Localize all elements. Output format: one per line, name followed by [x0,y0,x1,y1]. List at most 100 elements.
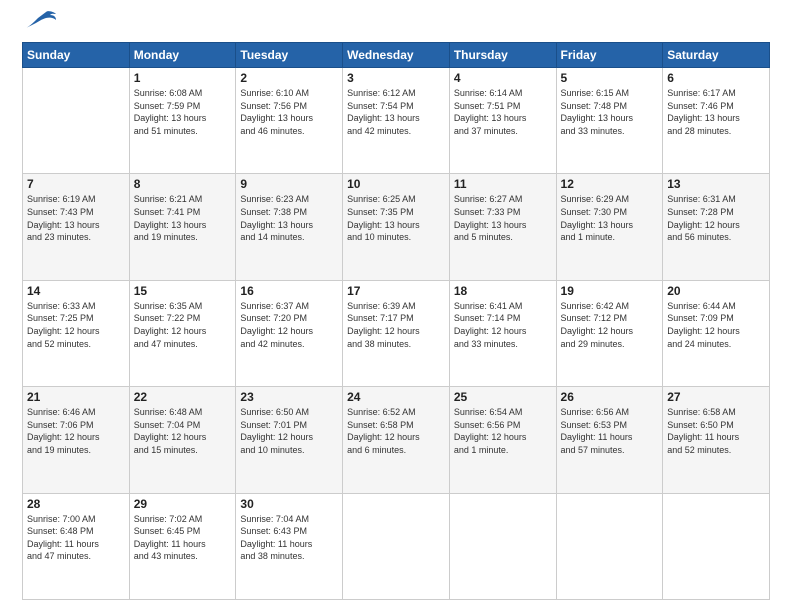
day-info: Sunrise: 6:31 AM Sunset: 7:28 PM Dayligh… [667,193,765,243]
day-header-sunday: Sunday [23,43,130,68]
day-number: 9 [240,177,338,191]
day-info: Sunrise: 7:04 AM Sunset: 6:43 PM Dayligh… [240,513,338,563]
day-number: 21 [27,390,125,404]
day-header-tuesday: Tuesday [236,43,343,68]
day-info: Sunrise: 6:15 AM Sunset: 7:48 PM Dayligh… [561,87,659,137]
calendar-cell: 2 Sunrise: 6:10 AM Sunset: 7:56 PM Daylig… [236,68,343,174]
week-row-4: 21 Sunrise: 6:46 AM Sunset: 7:06 PM Dayli… [23,387,770,493]
day-info: Sunrise: 7:00 AM Sunset: 6:48 PM Dayligh… [27,513,125,563]
calendar-cell: 5 Sunrise: 6:15 AM Sunset: 7:48 PM Daylig… [556,68,663,174]
day-info: Sunrise: 6:48 AM Sunset: 7:04 PM Dayligh… [134,406,232,456]
day-number: 13 [667,177,765,191]
day-number: 15 [134,284,232,298]
day-header-thursday: Thursday [449,43,556,68]
day-number: 12 [561,177,659,191]
day-info: Sunrise: 6:39 AM Sunset: 7:17 PM Dayligh… [347,300,445,350]
day-number: 10 [347,177,445,191]
day-number: 25 [454,390,552,404]
calendar-cell: 21 Sunrise: 6:46 AM Sunset: 7:06 PM Dayli… [23,387,130,493]
day-info: Sunrise: 6:52 AM Sunset: 6:58 PM Dayligh… [347,406,445,456]
day-number: 16 [240,284,338,298]
calendar-table: SundayMondayTuesdayWednesdayThursdayFrid… [22,42,770,600]
day-number: 28 [27,497,125,511]
day-number: 5 [561,71,659,85]
day-info: Sunrise: 6:50 AM Sunset: 7:01 PM Dayligh… [240,406,338,456]
logo-bird-icon [26,10,58,32]
calendar-cell: 16 Sunrise: 6:37 AM Sunset: 7:20 PM Dayli… [236,280,343,386]
calendar-cell: 18Sunrise: 6:41 AM Sunset: 7:14 PM Dayli… [449,280,556,386]
day-info: Sunrise: 6:19 AM Sunset: 7:43 PM Dayligh… [27,193,125,243]
calendar-cell: 24Sunrise: 6:52 AM Sunset: 6:58 PM Dayli… [343,387,450,493]
calendar-body: 1 Sunrise: 6:08 AM Sunset: 7:59 PM Daylig… [23,68,770,600]
calendar-cell: 1 Sunrise: 6:08 AM Sunset: 7:59 PM Daylig… [129,68,236,174]
calendar-cell: 29 Sunrise: 7:02 AM Sunset: 6:45 PM Dayli… [129,493,236,599]
day-number: 30 [240,497,338,511]
day-info: Sunrise: 6:35 AM Sunset: 7:22 PM Dayligh… [134,300,232,350]
day-info: Sunrise: 6:17 AM Sunset: 7:46 PM Dayligh… [667,87,765,137]
day-info: Sunrise: 6:46 AM Sunset: 7:06 PM Dayligh… [27,406,125,456]
day-info: Sunrise: 7:02 AM Sunset: 6:45 PM Dayligh… [134,513,232,563]
day-number: 19 [561,284,659,298]
day-info: Sunrise: 6:21 AM Sunset: 7:41 PM Dayligh… [134,193,232,243]
day-number: 2 [240,71,338,85]
calendar-cell: 12 Sunrise: 6:29 AM Sunset: 7:30 PM Dayli… [556,174,663,280]
calendar-cell: 26Sunrise: 6:56 AM Sunset: 6:53 PM Dayli… [556,387,663,493]
week-row-2: 7 Sunrise: 6:19 AM Sunset: 7:43 PM Daylig… [23,174,770,280]
calendar-cell: 8 Sunrise: 6:21 AM Sunset: 7:41 PM Daylig… [129,174,236,280]
day-info: Sunrise: 6:54 AM Sunset: 6:56 PM Dayligh… [454,406,552,456]
calendar-cell: 27 Sunrise: 6:58 AM Sunset: 6:50 PM Dayli… [663,387,770,493]
day-info: Sunrise: 6:23 AM Sunset: 7:38 PM Dayligh… [240,193,338,243]
calendar-cell: 30 Sunrise: 7:04 AM Sunset: 6:43 PM Dayli… [236,493,343,599]
calendar-cell: 19 Sunrise: 6:42 AM Sunset: 7:12 PM Dayli… [556,280,663,386]
calendar-cell: 20 Sunrise: 6:44 AM Sunset: 7:09 PM Dayli… [663,280,770,386]
day-info: Sunrise: 6:29 AM Sunset: 7:30 PM Dayligh… [561,193,659,243]
day-number: 7 [27,177,125,191]
day-info: Sunrise: 6:08 AM Sunset: 7:59 PM Dayligh… [134,87,232,137]
calendar-cell [556,493,663,599]
calendar-cell: 6 Sunrise: 6:17 AM Sunset: 7:46 PM Daylig… [663,68,770,174]
day-number: 4 [454,71,552,85]
day-number: 26 [561,390,659,404]
logo [22,18,58,32]
header [22,18,770,32]
day-info: Sunrise: 6:44 AM Sunset: 7:09 PM Dayligh… [667,300,765,350]
week-row-5: 28 Sunrise: 7:00 AM Sunset: 6:48 PM Dayli… [23,493,770,599]
day-number: 8 [134,177,232,191]
day-info: Sunrise: 6:37 AM Sunset: 7:20 PM Dayligh… [240,300,338,350]
days-header-row: SundayMondayTuesdayWednesdayThursdayFrid… [23,43,770,68]
day-info: Sunrise: 6:27 AM Sunset: 7:33 PM Dayligh… [454,193,552,243]
calendar-header: SundayMondayTuesdayWednesdayThursdayFrid… [23,43,770,68]
calendar-cell [23,68,130,174]
week-row-1: 1 Sunrise: 6:08 AM Sunset: 7:59 PM Daylig… [23,68,770,174]
day-info: Sunrise: 6:14 AM Sunset: 7:51 PM Dayligh… [454,87,552,137]
calendar-cell: 11 Sunrise: 6:27 AM Sunset: 7:33 PM Dayli… [449,174,556,280]
calendar-cell: 10 Sunrise: 6:25 AM Sunset: 7:35 PM Dayli… [343,174,450,280]
calendar-cell: 22Sunrise: 6:48 AM Sunset: 7:04 PM Dayli… [129,387,236,493]
day-number: 6 [667,71,765,85]
day-number: 27 [667,390,765,404]
day-info: Sunrise: 6:41 AM Sunset: 7:14 PM Dayligh… [454,300,552,350]
calendar-cell: 3Sunrise: 6:12 AM Sunset: 7:54 PM Daylig… [343,68,450,174]
calendar-cell: 23Sunrise: 6:50 AM Sunset: 7:01 PM Dayli… [236,387,343,493]
day-number: 29 [134,497,232,511]
day-number: 1 [134,71,232,85]
day-info: Sunrise: 6:42 AM Sunset: 7:12 PM Dayligh… [561,300,659,350]
calendar-cell: 15 Sunrise: 6:35 AM Sunset: 7:22 PM Dayli… [129,280,236,386]
calendar-cell: 13 Sunrise: 6:31 AM Sunset: 7:28 PM Dayli… [663,174,770,280]
day-number: 11 [454,177,552,191]
page: SundayMondayTuesdayWednesdayThursdayFrid… [0,0,792,612]
calendar-cell: 25 Sunrise: 6:54 AM Sunset: 6:56 PM Dayli… [449,387,556,493]
calendar-cell: 28 Sunrise: 7:00 AM Sunset: 6:48 PM Dayli… [23,493,130,599]
day-number: 20 [667,284,765,298]
day-info: Sunrise: 6:10 AM Sunset: 7:56 PM Dayligh… [240,87,338,137]
calendar-cell: 14Sunrise: 6:33 AM Sunset: 7:25 PM Dayli… [23,280,130,386]
day-header-saturday: Saturday [663,43,770,68]
calendar-cell: 9 Sunrise: 6:23 AM Sunset: 7:38 PM Daylig… [236,174,343,280]
calendar-cell: 4 Sunrise: 6:14 AM Sunset: 7:51 PM Daylig… [449,68,556,174]
day-header-friday: Friday [556,43,663,68]
day-info: Sunrise: 6:25 AM Sunset: 7:35 PM Dayligh… [347,193,445,243]
day-info: Sunrise: 6:12 AM Sunset: 7:54 PM Dayligh… [347,87,445,137]
calendar-cell: 7 Sunrise: 6:19 AM Sunset: 7:43 PM Daylig… [23,174,130,280]
day-info: Sunrise: 6:58 AM Sunset: 6:50 PM Dayligh… [667,406,765,456]
day-info: Sunrise: 6:33 AM Sunset: 7:25 PM Dayligh… [27,300,125,350]
